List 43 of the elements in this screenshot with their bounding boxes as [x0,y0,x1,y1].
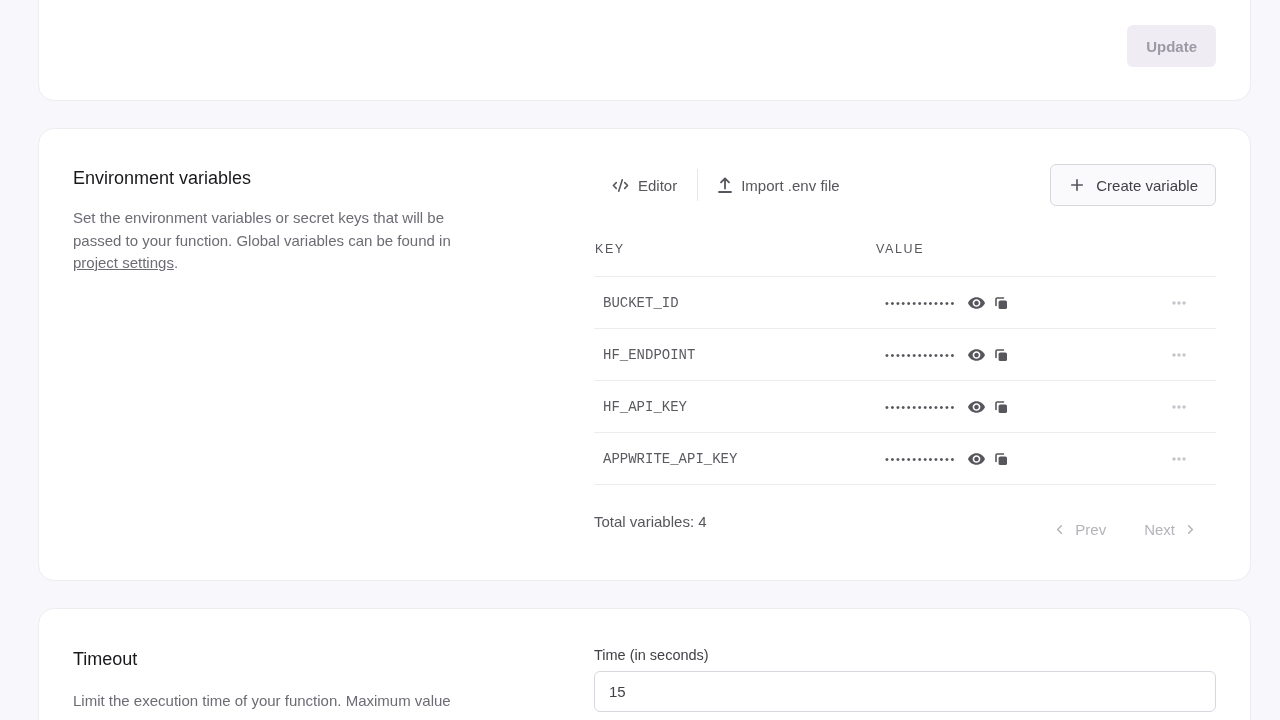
show-value-button[interactable] [967,400,985,413]
project-settings-link[interactable]: project settings [73,254,174,271]
more-icon [1172,300,1186,305]
eye-icon [967,400,985,413]
show-value-button[interactable] [967,452,985,465]
masked-value: ••••••••••••• [885,452,956,465]
total-count: Total variables: 4 [594,512,707,532]
section-description: Limit the execution time of your function. Maximum value [73,691,451,711]
copy-icon [994,296,1007,309]
variable-key: BUCKET_ID [603,294,679,311]
copy-button[interactable] [994,296,1007,309]
column-header: VALUE [876,242,925,256]
column-header: KEY [594,242,625,256]
eye-icon [967,296,985,309]
upload-icon [718,177,733,193]
time-input[interactable]: 15 [594,671,1216,712]
code-icon [612,176,629,194]
variable-key: APPWRITE_API_KEY [603,450,738,467]
masked-value: ••••••••••••• [885,296,956,309]
more-icon [1172,456,1186,461]
copy-icon [994,400,1007,413]
masked-value: ••••••••••••• [885,400,956,413]
copy-button[interactable] [994,348,1007,361]
show-value-button[interactable] [967,348,985,361]
variable-key: HF_ENDPOINT [603,346,696,363]
editor-button[interactable]: Editor [600,167,690,203]
copy-icon [994,452,1007,465]
more-icon [1172,404,1186,409]
variable-key: HF_API_KEY [603,398,687,415]
eye-icon [967,452,985,465]
import-button[interactable]: Import .env file [706,167,852,203]
show-value-button[interactable] [967,296,985,309]
field-label: Time (in seconds) [594,646,709,665]
create-variable-button[interactable]: Create variable [1050,164,1216,206]
copy-button[interactable] [994,452,1007,465]
masked-value: ••••••••••••• [885,348,956,361]
copy-icon [994,348,1007,361]
eye-icon [967,348,985,361]
section-description: Set the environment variables or secret keys that will be passed to your function. Global variables can be found in project settings. [73,208,452,273]
section-title: Environment variables [73,167,252,190]
copy-button[interactable] [994,400,1007,413]
more-icon [1172,352,1186,357]
section-title: Timeout [73,648,138,671]
